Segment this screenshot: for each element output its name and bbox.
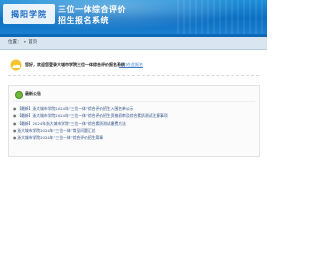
system-title-line-2: 招生报名系统: [58, 16, 109, 25]
breadcrumb-current[interactable]: 首页: [28, 40, 37, 45]
list-item[interactable]: ●浙大城市学院2024年“三位一体”常见问题汇总: [13, 127, 255, 134]
main-content: 您好，欢迎您登录大城市学院三位一体综合评价报名系统 入口在此报名 最新公告 ●【…: [0, 50, 267, 157]
system-title-line-1: 三位一体综合评价: [58, 5, 126, 14]
breadcrumb-label: 位置：: [8, 40, 22, 45]
banner-pattern: [177, 0, 267, 34]
bullet-icon: ●: [13, 106, 17, 111]
list-item[interactable]: ●【最新】浙大城市学院2024年“三位一体”综合评价招生入围名单公示: [13, 105, 255, 112]
info-cloud-icon: [10, 59, 22, 71]
register-link[interactable]: 入口在此报名: [119, 62, 143, 68]
announcement-list: ●【最新】浙大城市学院2024年“三位一体”综合评价招生入围名单公示 ●【最新】…: [13, 105, 255, 141]
announcements-panel: 最新公告 ●【最新】浙大城市学院2024年“三位一体”综合评价招生入围名单公示 …: [8, 85, 260, 157]
announcement-icon: [15, 91, 23, 99]
welcome-text: 您好，欢迎您登录大城市学院三位一体综合评价报名系统: [25, 62, 125, 67]
header-banner: 揭阳学院 三位一体综合评价 招生报名系统: [0, 0, 267, 34]
announcements-header: 最新公告: [13, 89, 255, 102]
list-item[interactable]: ●【最新】浙大城市学院2024年“三位一体”综合评价招生资格初审及综合素质测试注…: [13, 112, 255, 119]
breadcrumb-separator: »: [23, 40, 27, 45]
list-item[interactable]: ●浙大城市学院2024年“三位一体”综合评价招生简章: [13, 134, 255, 141]
bullet-icon: ●: [13, 135, 17, 141]
breadcrumb: 位置：» 首页: [0, 37, 267, 50]
bullet-icon: ●: [13, 120, 17, 126]
school-logo: 揭阳学院: [3, 4, 55, 24]
list-item[interactable]: ●【最新】2024年浙大城市学院“三位一体”综合素质测试缴费方法: [13, 120, 255, 127]
bullet-icon: ●: [13, 127, 17, 133]
welcome-notice: 您好，欢迎您登录大城市学院三位一体综合评价报名系统 入口在此报名: [8, 59, 259, 76]
announcements-title: 最新公告: [25, 91, 41, 96]
bullet-icon: ●: [13, 113, 17, 119]
